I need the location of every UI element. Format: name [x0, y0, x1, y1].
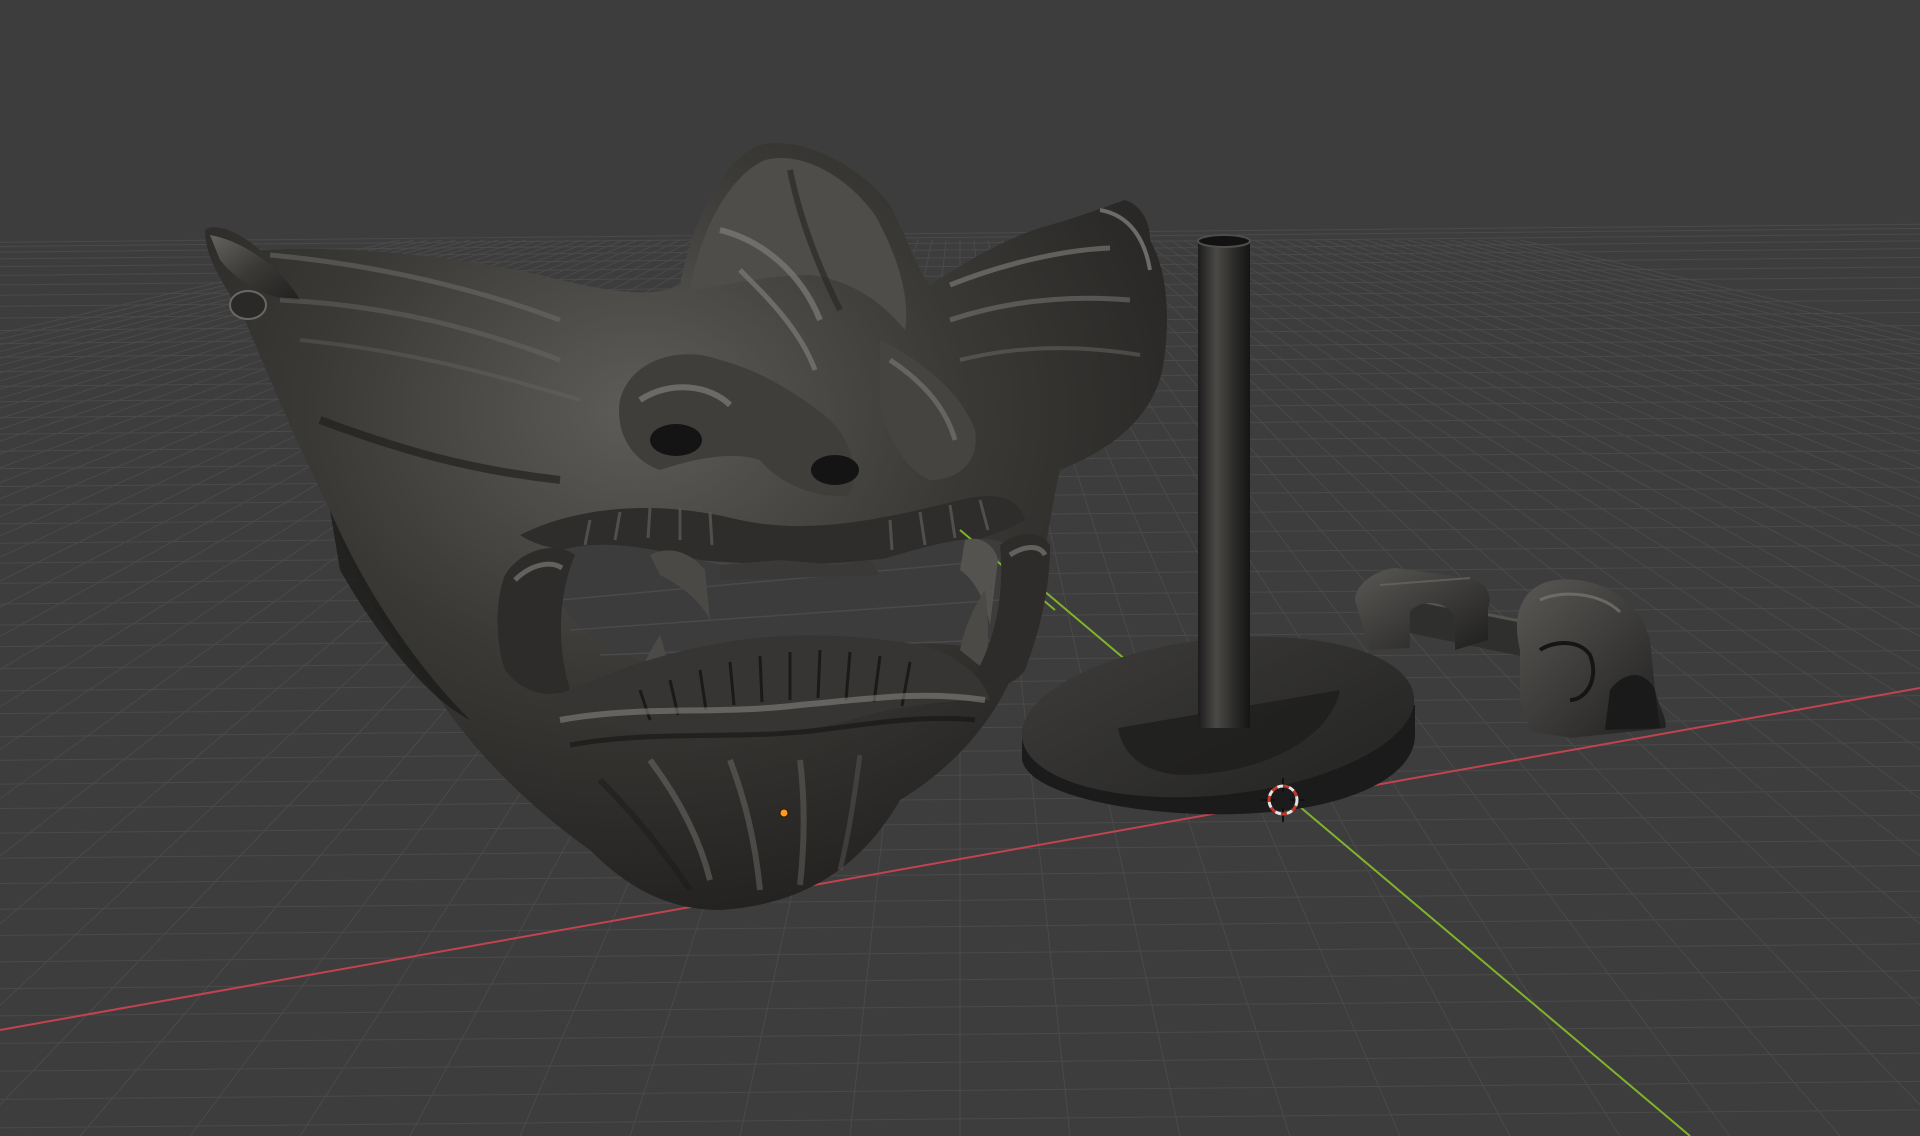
viewport-canvas[interactable] [0, 0, 1920, 1136]
3d-viewport[interactable] [0, 0, 1920, 1136]
object-origin-icon[interactable] [779, 808, 789, 818]
